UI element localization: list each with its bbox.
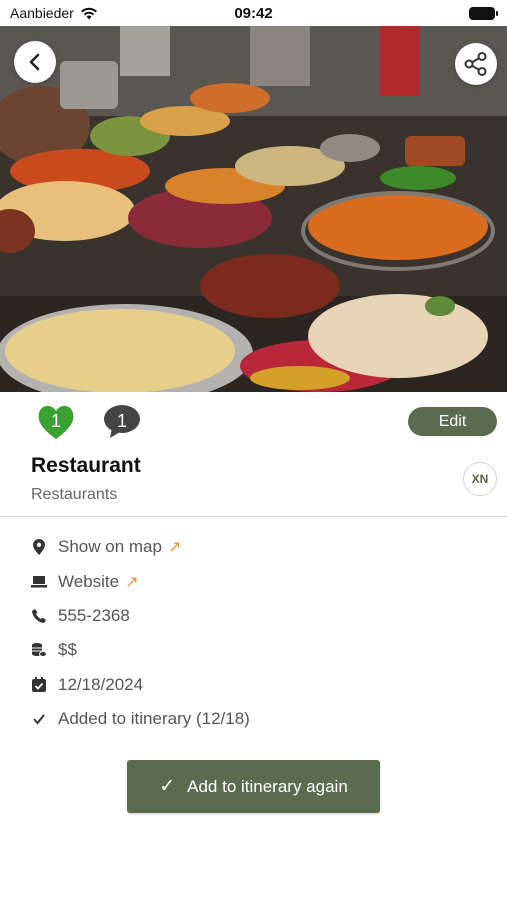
comment-count: 1	[116, 410, 127, 431]
itinerary-status-row: Added to itinerary (12/18)	[31, 702, 491, 736]
back-button[interactable]	[14, 41, 56, 83]
like-count: 1	[50, 410, 61, 431]
edit-button[interactable]: Edit	[408, 407, 497, 436]
website-label: Website	[58, 571, 120, 591]
website-link[interactable]: Website ↗	[31, 564, 491, 598]
details-list: Show on map ↗ Website ↗ 555-2368 $$ 12/1…	[31, 530, 491, 736]
coins-icon	[31, 642, 47, 658]
add-to-itinerary-label: Add to itinerary again	[187, 776, 348, 796]
map-pin-icon	[31, 539, 47, 556]
phone-row[interactable]: 555-2368	[31, 599, 491, 633]
itinerary-status: Added to itinerary (12/18)	[58, 709, 250, 729]
date-row: 12/18/2024	[31, 668, 491, 702]
avatar[interactable]: XN	[463, 462, 497, 496]
food-market-illustration	[0, 26, 507, 392]
external-link-icon: ↗	[125, 573, 139, 591]
clock: 09:42	[234, 5, 273, 22]
phone-icon	[31, 608, 47, 624]
like-button[interactable]: 1	[36, 402, 76, 442]
hero-image	[0, 26, 507, 392]
reactions: 1 1	[36, 402, 142, 442]
laptop-icon	[31, 574, 47, 590]
check-icon	[31, 711, 47, 727]
status-bar: Aanbieder 09:42	[0, 0, 507, 26]
comment-button[interactable]: 1	[102, 402, 142, 442]
battery-icon	[469, 7, 498, 20]
add-to-itinerary-button[interactable]: ✓ Add to itinerary again	[127, 760, 380, 813]
place-title: Restaurant	[31, 454, 141, 477]
visit-date: 12/18/2024	[58, 674, 144, 694]
price-level: $$	[58, 640, 77, 660]
price-row: $$	[31, 633, 491, 667]
calendar-check-icon	[31, 676, 47, 693]
place-category: Restaurants	[31, 486, 118, 503]
share-button[interactable]	[455, 43, 497, 85]
check-icon: ✓	[159, 776, 176, 797]
show-on-map-link[interactable]: Show on map ↗	[31, 530, 491, 564]
share-icon	[464, 52, 487, 76]
map-label: Show on map	[58, 537, 162, 557]
external-link-icon: ↗	[167, 539, 182, 557]
chevron-left-icon	[29, 53, 40, 71]
phone-number: 555-2368	[58, 605, 130, 625]
divider	[0, 516, 507, 517]
